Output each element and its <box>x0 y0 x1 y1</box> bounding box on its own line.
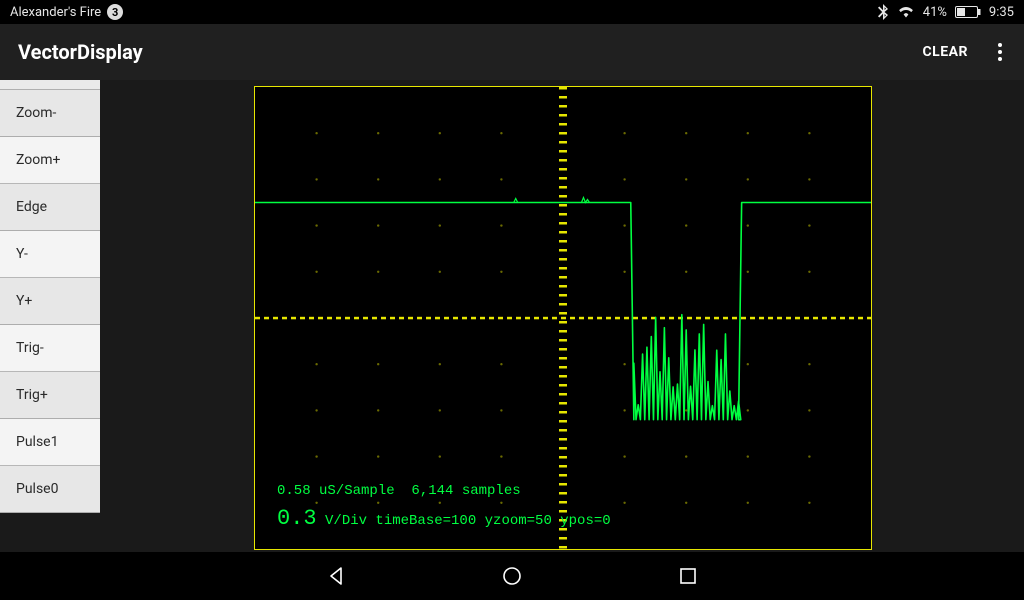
sidebar-item-label: Zoom- <box>16 105 56 121</box>
sidebar-item-label: Zoom+ <box>16 152 60 168</box>
sidebar-item-pulse0[interactable]: Pulse0 <box>0 466 100 513</box>
sidebar-item-edge[interactable]: Edge <box>0 184 100 231</box>
sidebar-item-partial[interactable] <box>0 80 100 90</box>
sidebar-item-label: Pulse1 <box>16 434 58 450</box>
notification-badge: 3 <box>107 4 123 20</box>
scope-plot <box>255 87 871 549</box>
nav-recent-button[interactable] <box>670 558 706 594</box>
sidebar-item-zoom-minus[interactable]: Zoom- <box>0 90 100 137</box>
overflow-menu-icon[interactable] <box>994 39 1006 65</box>
sidebar-item-label: Y- <box>16 246 28 262</box>
nav-home-button[interactable] <box>494 558 530 594</box>
scope-readout-sample: 0.58 uS/Sample 6,144 samples <box>277 483 521 499</box>
sidebar-item-label: Y+ <box>16 293 32 309</box>
sidebar-item-pulse1[interactable]: Pulse1 <box>0 419 100 466</box>
nav-back-button[interactable] <box>318 558 354 594</box>
sidebar-item-trig-minus[interactable]: Trig- <box>0 325 100 372</box>
device-name: Alexander's Fire <box>10 5 101 20</box>
android-nav-bar <box>0 552 1024 600</box>
app-title: VectorDisplay <box>18 40 143 64</box>
vdiv-rest: V/Div timeBase=100 yzoom=50 ypos=0 <box>317 513 611 529</box>
app-bar: VectorDisplay CLEAR <box>0 24 1024 80</box>
main-area: Zoom- Zoom+ Edge Y- Y+ Trig- Trig+ Pulse… <box>0 80 1024 552</box>
bluetooth-icon <box>877 4 889 20</box>
sidebar-item-y-minus[interactable]: Y- <box>0 231 100 278</box>
wifi-icon <box>897 5 915 19</box>
sidebar-item-label: Trig+ <box>16 387 48 403</box>
scope-frame[interactable]: 0.58 uS/Sample 6,144 samples 0.3 V/Div t… <box>254 86 872 550</box>
sidebar-item-label: Pulse0 <box>16 481 58 497</box>
sidebar-item-label: Trig- <box>16 340 44 356</box>
sidebar-item-y-plus[interactable]: Y+ <box>0 278 100 325</box>
scope-canvas-area: 0.58 uS/Sample 6,144 samples 0.3 V/Div t… <box>100 80 1024 552</box>
clear-button[interactable]: CLEAR <box>923 44 968 60</box>
sidebar-item-zoom-plus[interactable]: Zoom+ <box>0 137 100 184</box>
clock: 9:35 <box>989 5 1014 20</box>
sidebar-item-label: Edge <box>16 199 47 215</box>
battery-percent: 41% <box>923 5 947 20</box>
sidebar: Zoom- Zoom+ Edge Y- Y+ Trig- Trig+ Pulse… <box>0 80 100 552</box>
android-status-bar: Alexander's Fire 3 41% 9:35 <box>0 0 1024 24</box>
battery-icon <box>955 6 981 18</box>
sidebar-item-trig-plus[interactable]: Trig+ <box>0 372 100 419</box>
vdiv-value: 0.3 <box>277 506 317 531</box>
scope-readout-vdiv: 0.3 V/Div timeBase=100 yzoom=50 ypos=0 <box>277 506 611 531</box>
